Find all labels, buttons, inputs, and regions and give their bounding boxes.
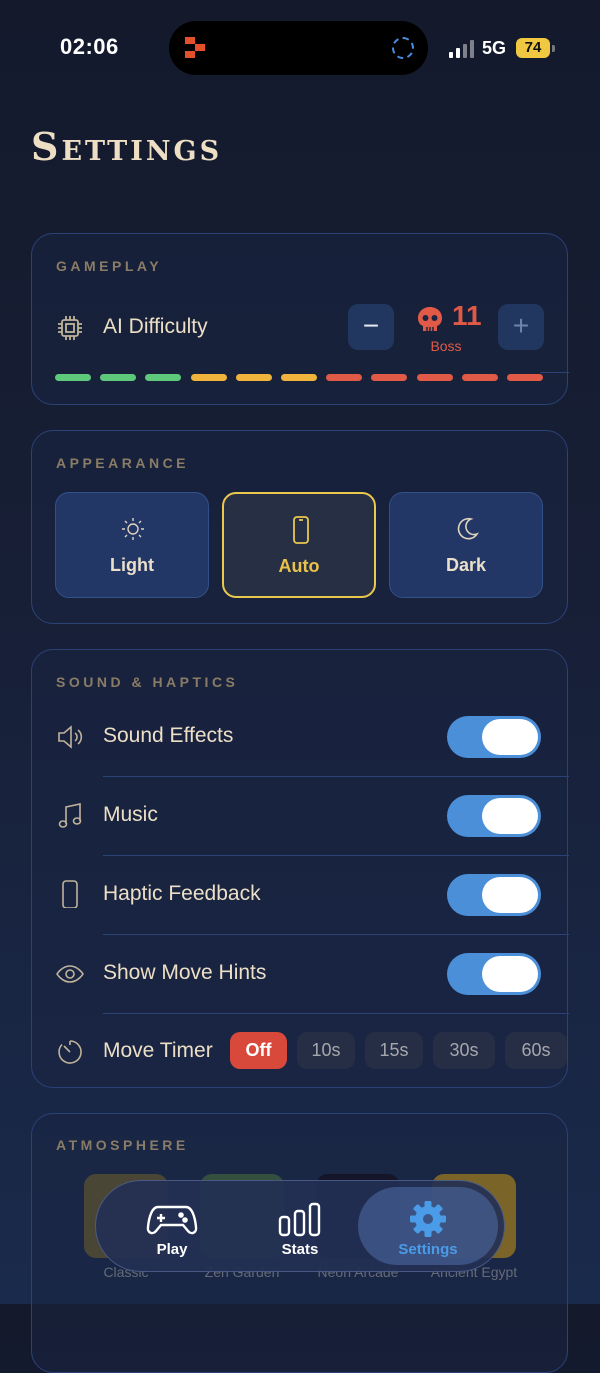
- bar-chart-icon: [278, 1202, 321, 1237]
- show-move-hints-toggle[interactable]: [447, 953, 541, 995]
- music-note-icon: [58, 803, 82, 828]
- timer-option-10s[interactable]: 10s: [297, 1032, 355, 1069]
- timer-icon: [58, 1040, 82, 1064]
- difficulty-segment: [55, 374, 91, 381]
- app-logo-icon: [185, 37, 205, 58]
- sun-icon: [122, 518, 144, 540]
- divider: [103, 934, 569, 935]
- sound-effects-toggle[interactable]: [447, 716, 541, 758]
- haptic-feedback-label: Haptic Feedback: [103, 882, 261, 905]
- phone-vibrate-icon: [62, 880, 78, 908]
- toggle-knob: [482, 719, 538, 755]
- timer-option-15s[interactable]: 15s: [365, 1032, 423, 1069]
- cpu-chip-icon: [58, 316, 82, 340]
- tab-label: Play: [156, 1241, 188, 1258]
- difficulty-segment: [145, 374, 182, 381]
- theme-auto-button[interactable]: Auto: [222, 492, 376, 598]
- theme-label: Light: [110, 555, 154, 575]
- skull-icon: [418, 307, 442, 331]
- difficulty-decrease-button[interactable]: −: [348, 304, 394, 350]
- eye-icon: [56, 965, 84, 983]
- activity-ring-icon: [392, 37, 414, 59]
- toggle-knob: [482, 956, 538, 992]
- difficulty-value: 11: [452, 300, 482, 331]
- status-time: 02:06: [60, 34, 119, 59]
- theme-label: Auto: [278, 556, 320, 576]
- difficulty-tier: Boss: [430, 338, 462, 354]
- signal-icon: [449, 40, 477, 58]
- difficulty-segment: [461, 374, 498, 381]
- difficulty-segment: [100, 374, 137, 381]
- battery-icon: 74: [516, 38, 555, 58]
- show-move-hints-label: Show Move Hints: [103, 961, 267, 984]
- difficulty-segment: [416, 374, 453, 381]
- theme-label: Dark: [445, 555, 487, 575]
- timer-option-30s[interactable]: 30s: [433, 1032, 495, 1069]
- music-toggle[interactable]: [447, 795, 541, 837]
- section-label: APPEARANCE: [56, 455, 190, 471]
- timer-option-off[interactable]: Off: [230, 1032, 287, 1069]
- difficulty-segment: [371, 374, 408, 381]
- divider: [540, 372, 569, 373]
- sound-haptics-card: SOUND & HAPTICS: [31, 649, 568, 1088]
- difficulty-increase-button[interactable]: +: [498, 304, 544, 350]
- tab-label: Stats: [281, 1241, 319, 1258]
- section-label: GAMEPLAY: [56, 258, 163, 274]
- dynamic-island: [169, 21, 428, 75]
- tab-stats[interactable]: Stats: [230, 1187, 370, 1265]
- sound-effects-label: Sound Effects: [103, 724, 234, 747]
- difficulty-segment: [507, 374, 543, 381]
- haptic-feedback-toggle[interactable]: [447, 874, 541, 916]
- gear-icon: [410, 1201, 446, 1237]
- divider: [103, 1013, 569, 1014]
- section-label: SOUND & HAPTICS: [56, 674, 239, 690]
- timer-option-60s[interactable]: 60s: [505, 1032, 567, 1069]
- theme-dark-button[interactable]: Dark: [389, 492, 543, 598]
- section-label: ATMOSPHERE: [56, 1137, 189, 1153]
- toggle-knob: [482, 877, 538, 913]
- ai-difficulty-label: AI Difficulty: [103, 315, 208, 338]
- speaker-icon: [58, 725, 83, 749]
- music-label: Music: [103, 803, 158, 826]
- gamepad-icon: [146, 1205, 198, 1235]
- network-type: 5G: [482, 38, 507, 58]
- page-title: Settings: [31, 124, 223, 169]
- theme-light-button[interactable]: Light: [55, 492, 209, 598]
- divider: [103, 855, 569, 856]
- tab-play[interactable]: Play: [102, 1187, 242, 1265]
- difficulty-segment: [190, 374, 227, 381]
- divider: [103, 776, 569, 777]
- move-timer-label: Move Timer: [103, 1039, 213, 1062]
- tab-settings[interactable]: Settings: [358, 1187, 498, 1265]
- tab-bar: Play Stats Settings: [95, 1180, 505, 1272]
- difficulty-segment: [235, 374, 272, 381]
- difficulty-segment: [326, 374, 363, 381]
- phone-icon: [293, 516, 309, 544]
- toggle-knob: [482, 798, 538, 834]
- difficulty-segment: [281, 374, 317, 381]
- tab-label: Settings: [398, 1241, 458, 1258]
- moon-icon: [457, 517, 479, 540]
